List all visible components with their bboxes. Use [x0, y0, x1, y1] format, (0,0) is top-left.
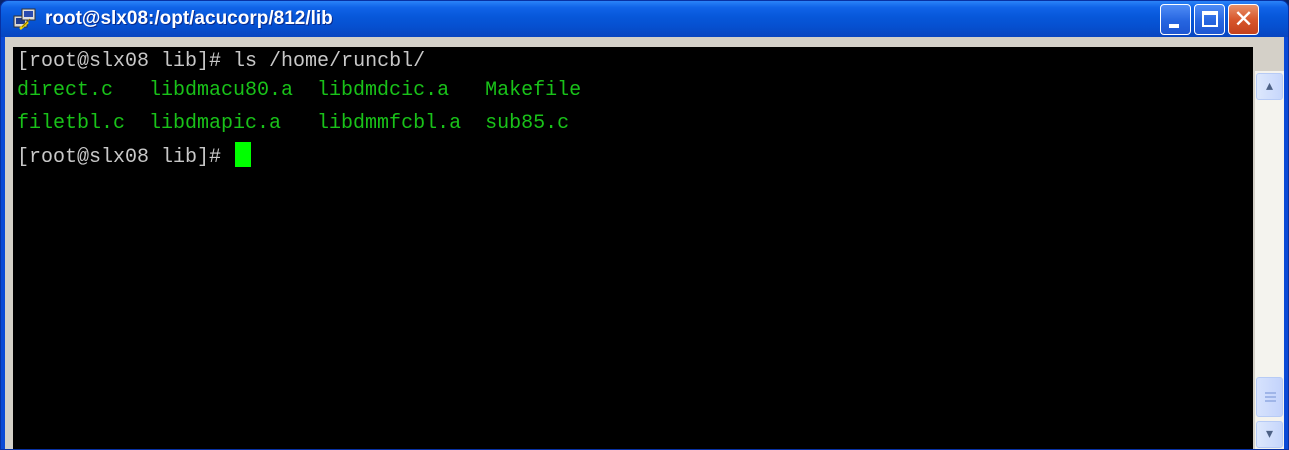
chevron-up-icon: ▴ [1265, 78, 1274, 94]
close-button[interactable]: ✕ [1228, 4, 1259, 35]
block-cursor [235, 142, 252, 167]
window-title: root@slx08:/opt/acucorp/812/lib [45, 8, 333, 29]
shell-command: ls /home/runcbl/ [233, 50, 426, 73]
terminal-screen[interactable]: [root@slx08 lib]# ls /home/runcbl/ direc… [13, 47, 1253, 449]
shell-prompt: [root@slx08 lib]# [17, 50, 234, 73]
thumb-grip-line [1265, 396, 1276, 398]
terminal-line-prompt: [root@slx08 lib]# [17, 142, 252, 169]
title-bar[interactable]: root@slx08:/opt/acucorp/812/lib ✕ [1, 1, 1288, 37]
listing-row-2: filetbl.c libdmapic.a libdmmfcbl.a sub85… [17, 112, 570, 135]
scroll-up-button[interactable]: ▴ [1256, 73, 1283, 100]
thumb-grip-line [1265, 392, 1276, 394]
shell-prompt: [root@slx08 lib]# [17, 146, 234, 169]
chevron-down-icon: ▾ [1265, 426, 1274, 442]
maximize-icon [1202, 11, 1218, 27]
vertical-scrollbar[interactable]: ▴ ▾ [1255, 71, 1284, 449]
thumb-grip-line [1265, 400, 1276, 402]
maximize-button[interactable] [1194, 4, 1225, 35]
putty-terminal-icon[interactable] [13, 7, 37, 31]
terminal-line-command: [root@slx08 lib]# ls /home/runcbl/ [17, 49, 425, 75]
minimize-button[interactable] [1160, 4, 1191, 35]
close-icon: ✕ [1233, 5, 1254, 33]
terminal-window: root@slx08:/opt/acucorp/812/lib ✕ [root@… [0, 0, 1289, 450]
scroll-down-button[interactable]: ▾ [1256, 421, 1283, 448]
minimize-icon [1169, 24, 1179, 28]
scrollbar-thumb[interactable] [1256, 377, 1283, 417]
listing-row-1: direct.c libdmacu80.a libdmdcic.a Makefi… [17, 79, 582, 102]
